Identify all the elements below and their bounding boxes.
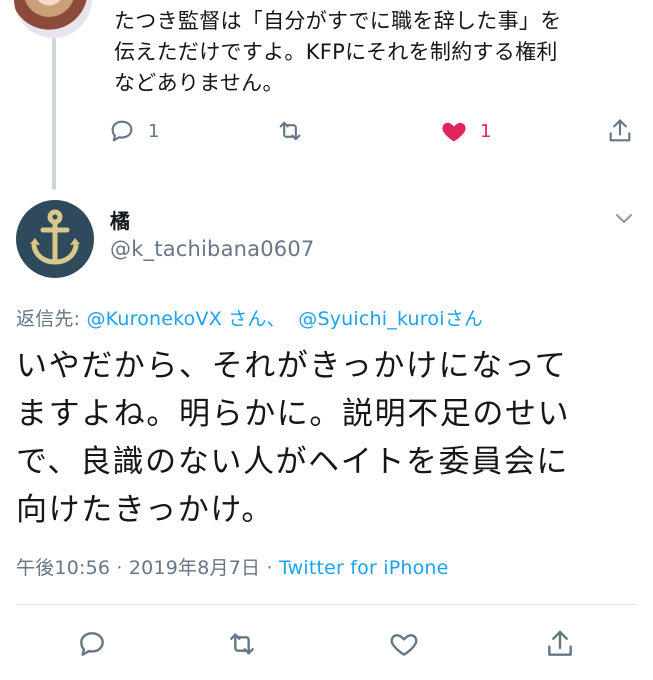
like-button[interactable] xyxy=(388,628,420,668)
share-icon xyxy=(548,630,572,656)
parent-avatar[interactable] xyxy=(14,0,92,38)
parent-reply-button[interactable]: 1 xyxy=(108,116,159,146)
tweet-metadata: 午後10:56 · 2019年8月7日 · Twitter for iPhone xyxy=(16,553,449,580)
tweet-body-line: で、良識のない人がヘイトを委員会に xyxy=(16,444,569,480)
like-count: 1 xyxy=(480,120,492,142)
parent-retweet-button[interactable] xyxy=(276,116,304,146)
thread-connector xyxy=(52,38,56,190)
reply-button[interactable] xyxy=(76,628,108,668)
tweet-time: 午後10:56 xyxy=(16,557,111,579)
divider xyxy=(16,604,637,605)
parent-like-button[interactable]: 1 xyxy=(440,116,491,146)
user-handle[interactable]: @k_tachibana0607 xyxy=(110,237,314,261)
user-avatar[interactable] xyxy=(16,200,94,278)
reply-count: 1 xyxy=(148,120,160,142)
reply-to-line: 返信先: @KuronekoVX さん、 @Syuichi_kuroiさん xyxy=(16,304,483,331)
reply-to-suffix: さん xyxy=(444,308,484,330)
parent-tweet-text: たつき監督は「自分がすでに職を辞した事」を 伝えただけですよ。KFPにそれを制約… xyxy=(114,6,634,99)
tweet-body-line: ますよね。明らかに。説明不足のせい xyxy=(16,396,571,432)
tweet-source-link[interactable]: Twitter for iPhone xyxy=(279,557,449,579)
share-button[interactable] xyxy=(544,628,576,668)
retweet-button[interactable] xyxy=(226,628,258,668)
tweet-body-line: いやだから、それがきっかけになって xyxy=(16,348,568,384)
parent-text-line: などありません。 xyxy=(114,71,284,95)
parent-text-line: たつき監督は「自分がすでに職を辞した事」を xyxy=(114,9,562,33)
reply-to-user-link[interactable]: @Syuichi_kuroi xyxy=(298,308,444,330)
parent-share-button[interactable] xyxy=(606,116,634,146)
chevron-down-icon[interactable] xyxy=(612,206,636,230)
retweet-icon xyxy=(230,633,254,655)
heart-icon xyxy=(442,122,466,142)
separator: · xyxy=(260,557,279,579)
separator: · xyxy=(110,557,129,579)
heart-icon xyxy=(390,634,418,656)
tweet-date: 2019年8月7日 xyxy=(128,557,261,579)
display-name[interactable]: 橘 xyxy=(110,205,130,234)
reply-icon xyxy=(111,120,133,142)
anchor-icon xyxy=(30,209,80,265)
retweet-icon xyxy=(279,121,301,141)
tweet-body: いやだから、それがきっかけになって ますよね。明らかに。説明不足のせい で、良識… xyxy=(16,342,641,534)
reply-icon xyxy=(80,632,104,656)
tweet-body-line: 向けたきっかけ。 xyxy=(16,492,275,528)
parent-text-line: 伝えただけですよ。KFPにそれを制約する権利 xyxy=(114,40,558,64)
share-icon xyxy=(609,119,631,142)
reply-to-user-link[interactable]: @KuronekoVX さん、 xyxy=(86,308,285,330)
reply-to-prefix: 返信先: xyxy=(16,308,87,330)
